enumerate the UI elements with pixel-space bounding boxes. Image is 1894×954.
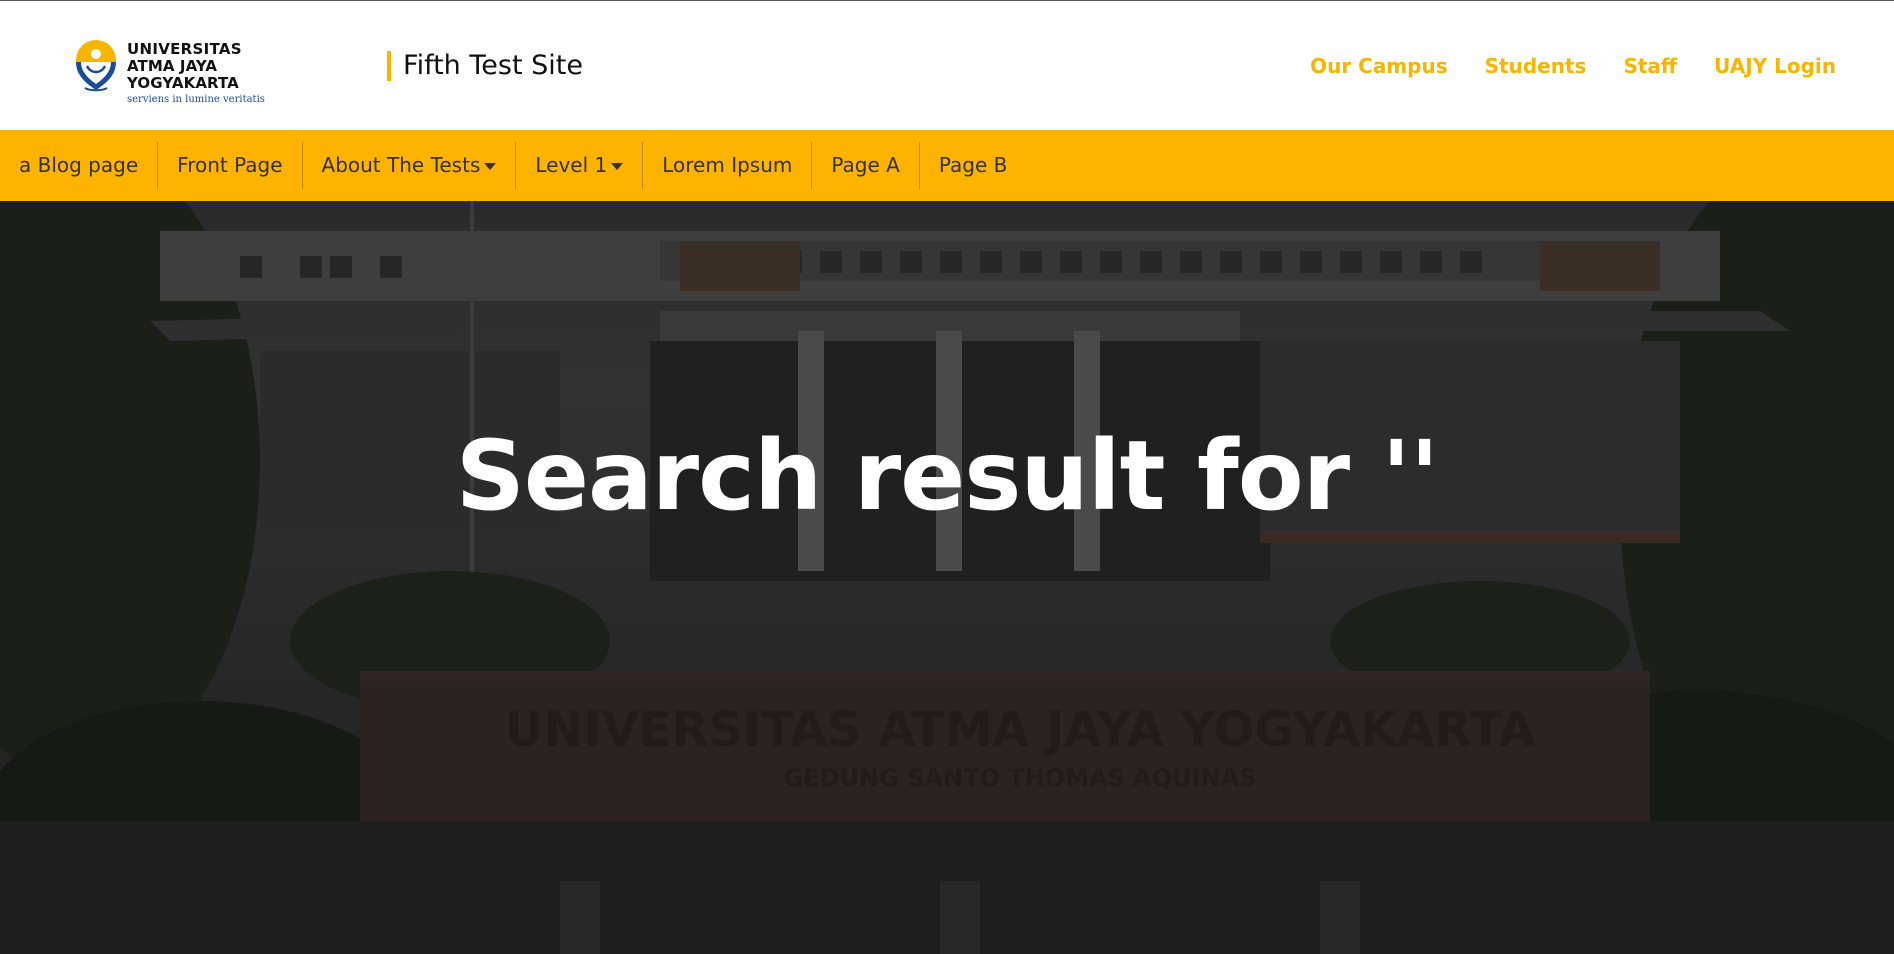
caret-down-icon [611,163,624,170]
nav-item-label: a Blog page [19,153,139,177]
nav-item-page-b[interactable]: Page B [920,142,1027,189]
top-link-students[interactable]: Students [1485,53,1587,79]
site-header: UNIVERSITAS ATMA JAYA YOGYAKARTA servien… [0,1,1894,130]
university-logo[interactable]: UNIVERSITAS ATMA JAYA YOGYAKARTA servien… [73,38,333,105]
search-result-title: Search result for '' [455,420,1439,532]
nav-item-label: Level 1 [535,153,608,177]
sign-line1: UNIVERSITAS ATMA JAYA YOGYAKARTA [505,702,1536,758]
sign-line2: GEDUNG SANTO THOMAS AQUINAS [783,764,1256,792]
top-link-staff[interactable]: Staff [1623,53,1677,79]
nav-item-about-the-tests[interactable]: About The Tests [303,142,517,189]
logo-tagline: serviens in lumine veritatis [127,94,265,105]
university-emblem-icon [76,40,116,92]
logo-line2: ATMA JAYA YOGYAKARTA [127,57,239,92]
main-nav: a Blog page Front Page About The Tests L… [0,130,1894,201]
nav-item-label: Lorem Ipsum [662,153,793,177]
nav-item-lorem-ipsum[interactable]: Lorem Ipsum [643,142,813,189]
logo-text: UNIVERSITAS ATMA JAYA YOGYAKARTA servien… [127,41,333,106]
hero-banner: UNIVERSITAS ATMA JAYA YOGYAKARTA GEDUNG … [0,201,1894,954]
site-title[interactable]: Fifth Test Site [387,51,583,81]
logo-line1: UNIVERSITAS [127,40,242,58]
nav-item-label: About The Tests [321,153,481,177]
nav-item-label: Page A [831,153,900,177]
nav-item-front-page[interactable]: Front Page [158,142,303,189]
campus-building-background: UNIVERSITAS ATMA JAYA YOGYAKARTA GEDUNG … [0,201,1894,954]
top-link-uajy-login[interactable]: UAJY Login [1714,53,1836,79]
nav-item-label: Page B [938,153,1008,177]
top-links: Our Campus Students Staff UAJY Login [1310,53,1836,79]
top-link-our-campus[interactable]: Our Campus [1310,53,1448,79]
nav-item-label: Front Page [177,153,283,177]
nav-item-page-a[interactable]: Page A [812,142,920,189]
nav-item-level-1[interactable]: Level 1 [516,142,644,189]
caret-down-icon [484,163,497,170]
nav-item-blog-page[interactable]: a Blog page [0,142,159,189]
